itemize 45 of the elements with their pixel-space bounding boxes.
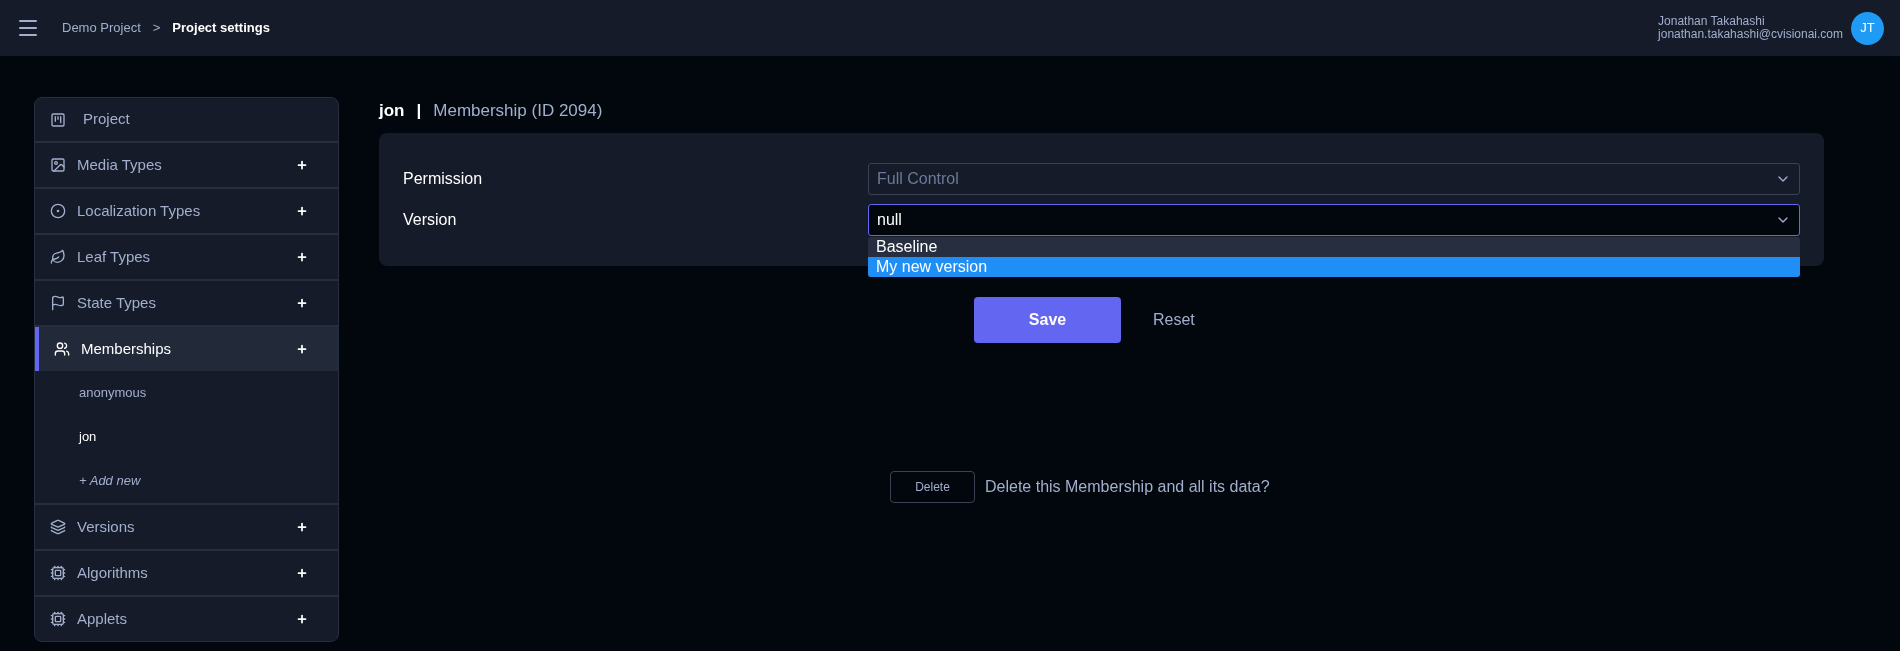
layers-icon <box>50 519 66 535</box>
sidebar-item[interactable]: Algorithms <box>35 551 338 595</box>
sidebar-item[interactable]: Project <box>35 98 338 141</box>
plus-icon[interactable] <box>296 613 308 625</box>
sidebar-item[interactable]: Leaf Types <box>35 235 338 279</box>
user-email: jonathan.takahashi@cvisionai.com <box>1658 28 1843 41</box>
user-name: Jonathan Takahashi <box>1658 15 1766 28</box>
image-icon <box>50 157 66 173</box>
sidebar-item[interactable]: Memberships <box>35 327 338 371</box>
plus-icon[interactable] <box>296 521 308 533</box>
page-subtitle: Membership (ID 2094) <box>433 100 603 123</box>
field-label: Permission <box>403 169 484 189</box>
kanban-icon <box>50 111 66 128</box>
plus-icon[interactable] <box>296 251 308 263</box>
breadcrumb-link[interactable]: Demo Project <box>62 18 141 38</box>
users-icon <box>54 341 70 357</box>
sidebar-item[interactable]: Versions <box>35 505 338 549</box>
save-button[interactable]: Save <box>974 297 1121 343</box>
leaf-icon <box>50 249 66 265</box>
reset-button[interactable]: Reset <box>1153 308 1195 332</box>
target-icon <box>50 203 66 219</box>
membership-item[interactable]: jon <box>35 415 338 459</box>
plus-icon[interactable] <box>296 567 308 579</box>
flag-icon <box>50 295 66 311</box>
delete-button[interactable]: Delete <box>890 471 975 503</box>
sidebar-item[interactable]: State Types <box>35 281 338 325</box>
breadcrumb-link[interactable]: Project settings <box>172 18 270 38</box>
field-label: Version <box>403 210 458 230</box>
plus-icon[interactable] <box>296 159 308 171</box>
select-field[interactable]: null <box>868 204 1800 236</box>
add-new-link[interactable]: + Add new <box>35 459 338 503</box>
plus-icon[interactable] <box>296 205 308 217</box>
plus-icon[interactable] <box>296 297 308 309</box>
delete-prompt: Delete this Membership and all its data? <box>985 477 1270 497</box>
plus-icon[interactable] <box>296 343 308 355</box>
page-title: jon <box>379 100 405 123</box>
membership-item[interactable]: anonymous <box>35 371 338 415</box>
dropdown-option[interactable]: Baseline <box>868 237 1800 257</box>
sidebar-item[interactable]: Localization Types <box>35 189 338 233</box>
chip-icon <box>50 565 66 581</box>
breadcrumb-separator: > <box>152 19 161 38</box>
title-separator: | <box>416 100 422 123</box>
sidebar-item[interactable]: Applets <box>35 597 338 641</box>
chip-icon <box>50 611 66 627</box>
sidebar-item[interactable]: Media Types <box>35 143 338 187</box>
